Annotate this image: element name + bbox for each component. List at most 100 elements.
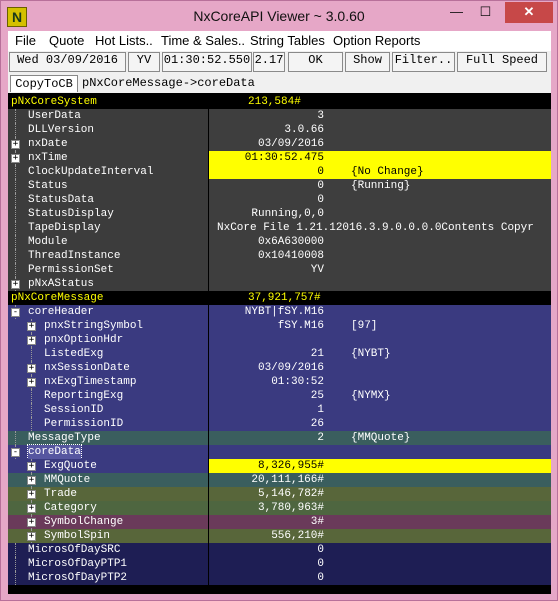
tree-row-label: pNxCoreSystem [11,96,97,108]
menu-file[interactable]: File [15,33,36,48]
permission-field[interactable]: YV [128,52,160,72]
tree-row[interactable]: TapeDisplay NxCore File 1.21.12016.3.9.0.… [8,221,551,235]
tree-row-value-cell: fSY.M16 [97] [209,319,551,333]
tree-row-label-cell: pNxCoreSystem [8,95,208,109]
tree-row-value-cell: 21 {NYBT} [209,347,551,361]
tree-row[interactable]: ClockUpdateInterval 0 {No Change} [8,165,551,179]
title-bar[interactable]: N NxCoreAPI Viewer ~ 3.0.60 — ☐ ✕ [1,1,557,31]
tree-row[interactable]: + nxDate 03/09/2016 [8,137,551,151]
tree-row[interactable]: Module 0x6A630000 [8,235,551,249]
tree-row-value-cell: 01:30:52 [209,375,551,389]
tree-row[interactable]: DLLVersion 3.0.66 [8,123,551,137]
full-speed-button[interactable]: Full Speed [457,52,547,72]
tree-row-value-cell: 26 [209,417,551,431]
expand-icon[interactable]: + [27,336,36,345]
ok-button[interactable]: OK [288,52,343,72]
tree-row-label: MicrosOfDayPTP2 [28,572,128,584]
tree-row-value-cell: NxCore File 1.21.12016.3.9.0.0.0.0Conten… [209,221,551,235]
expand-icon[interactable]: + [11,280,20,289]
tree-row-label: nxTime [28,152,68,164]
menu-option-reports[interactable]: Option Reports [333,33,420,48]
tree-guide-line [15,179,16,193]
tree-row[interactable]: + nxTime 01:30:52.475 [8,151,551,165]
tree-row[interactable]: + nxExgTimestamp 01:30:52 [8,375,551,389]
show-button[interactable]: Show [345,52,390,72]
tree-row[interactable]: pNxCoreMessage 37,921,757# [8,291,551,305]
collapse-icon[interactable]: - [11,308,20,317]
tree-row[interactable]: PermissionID 26 [8,417,551,431]
tree-row[interactable]: + pnxStringSymbol fSY.M16 [97] [8,319,551,333]
expand-icon[interactable]: + [27,518,36,527]
tree-guide-line [15,193,16,207]
date-field[interactable]: Wed 03/09/2016 [9,52,126,72]
expand-icon[interactable]: + [27,476,36,485]
tree-row[interactable]: + MMQuote 20,111,166# [8,473,551,487]
filter-button[interactable]: Filter.. [392,52,455,72]
tree-row-label-cell: + pnxStringSymbol [8,319,208,333]
menu-time-sales[interactable]: Time & Sales.. [161,33,245,48]
tree-row[interactable]: MessageType 2 {MMQuote} [8,431,551,445]
tree-row[interactable]: ListedExg 21 {NYBT} [8,347,551,361]
time-field[interactable]: 01:30:52.550 [162,52,252,72]
tree-row[interactable]: + ExgQuote 8,326,955# [8,459,551,473]
menu-string-tables[interactable]: String Tables [250,33,325,48]
expand-icon[interactable]: + [27,532,36,541]
tree-row-label-cell: DLLVersion [8,123,208,137]
tree-row-annotation: {MMQuote} [351,432,411,444]
speed-factor-field[interactable]: 2.17 [253,52,285,72]
tree-row-label: PermissionID [44,418,124,430]
collapse-icon[interactable]: - [11,448,20,457]
minimize-button[interactable]: — [443,2,470,23]
tree-row-value-cell: 3,780,963# [209,501,551,515]
menu-hot-lists[interactable]: Hot Lists.. [95,33,153,48]
tree-row-label-cell: + nxTime [8,151,208,165]
maximize-button[interactable]: ☐ [472,2,499,23]
tree-row-value: fSY.M16 [277,320,324,332]
tree-row[interactable]: SessionID 1 [8,403,551,417]
tree-row[interactable]: + pNxAStatus [8,277,551,291]
expand-icon[interactable]: + [27,364,36,373]
tree-row-label: SessionID [44,404,104,416]
tree-row[interactable]: + SymbolSpin 556,210# [8,529,551,543]
tree-row-label: DLLVersion [28,124,95,136]
expand-icon[interactable]: + [27,490,36,499]
tree-row[interactable]: MicrosOfDayPTP2 0 [8,571,551,585]
tree-row-label: pnxOptionHdr [44,334,124,346]
tree-guide-line [15,235,16,249]
tree-row[interactable]: + SymbolChange 3# [8,515,551,529]
tree-row-value: 8,326,955# [209,459,324,473]
tree-row-value: 0 [317,572,324,584]
tree-row-value [209,277,324,291]
tree-row[interactable]: StatusDisplay Running,0,0 [8,207,551,221]
expand-icon[interactable]: + [27,462,36,471]
tree-row[interactable]: - coreData [8,444,551,460]
tree-row[interactable]: + pnxOptionHdr [8,333,551,347]
tree-row[interactable]: ReportingExg 25 {NYMX} [8,389,551,403]
expand-icon[interactable]: + [11,154,20,163]
tree-row-value-cell: 03/09/2016 [209,361,551,375]
tree-row-label-cell: + Category [8,501,208,515]
expand-icon[interactable]: + [11,140,20,149]
copy-to-clipboard-tab[interactable]: CopyToCB [10,75,78,92]
tree-row[interactable]: - coreHeader NYBT|fSY.M16 [8,305,551,319]
expand-icon[interactable]: + [27,322,36,331]
tree-row[interactable]: pNxCoreSystem 213,584# [8,95,551,109]
tree-row[interactable]: MicrosOfDaySRC 0 [8,543,551,557]
expand-icon[interactable]: + [27,504,36,513]
menu-quote[interactable]: Quote [49,33,84,48]
tree-row[interactable]: StatusData 0 [8,193,551,207]
tree-row-value: 3 [317,110,324,122]
tree-row[interactable]: Status 0 {Running} [8,179,551,193]
tree-row[interactable]: + Trade 5,146,782# [8,487,551,501]
expand-icon[interactable]: + [27,378,36,387]
tree-row-value: 21 [310,348,324,360]
tree-row[interactable]: + Category 3,780,963# [8,501,551,515]
tree-row[interactable]: ThreadInstance 0x10410008 [8,249,551,263]
tree-row[interactable]: UserData 3 [8,109,551,123]
data-tree[interactable]: pNxCoreSystem 213,584# UserData 3 DLLVersion… [8,93,551,594]
tree-row[interactable]: PermissionSet YV [8,263,551,277]
tree-row[interactable]: MicrosOfDayPTP1 0 [8,557,551,571]
tree-row[interactable]: + nxSessionDate 03/09/2016 [8,361,551,375]
close-button[interactable]: ✕ [505,2,553,23]
tree-row-label-cell: + MMQuote [8,473,208,487]
